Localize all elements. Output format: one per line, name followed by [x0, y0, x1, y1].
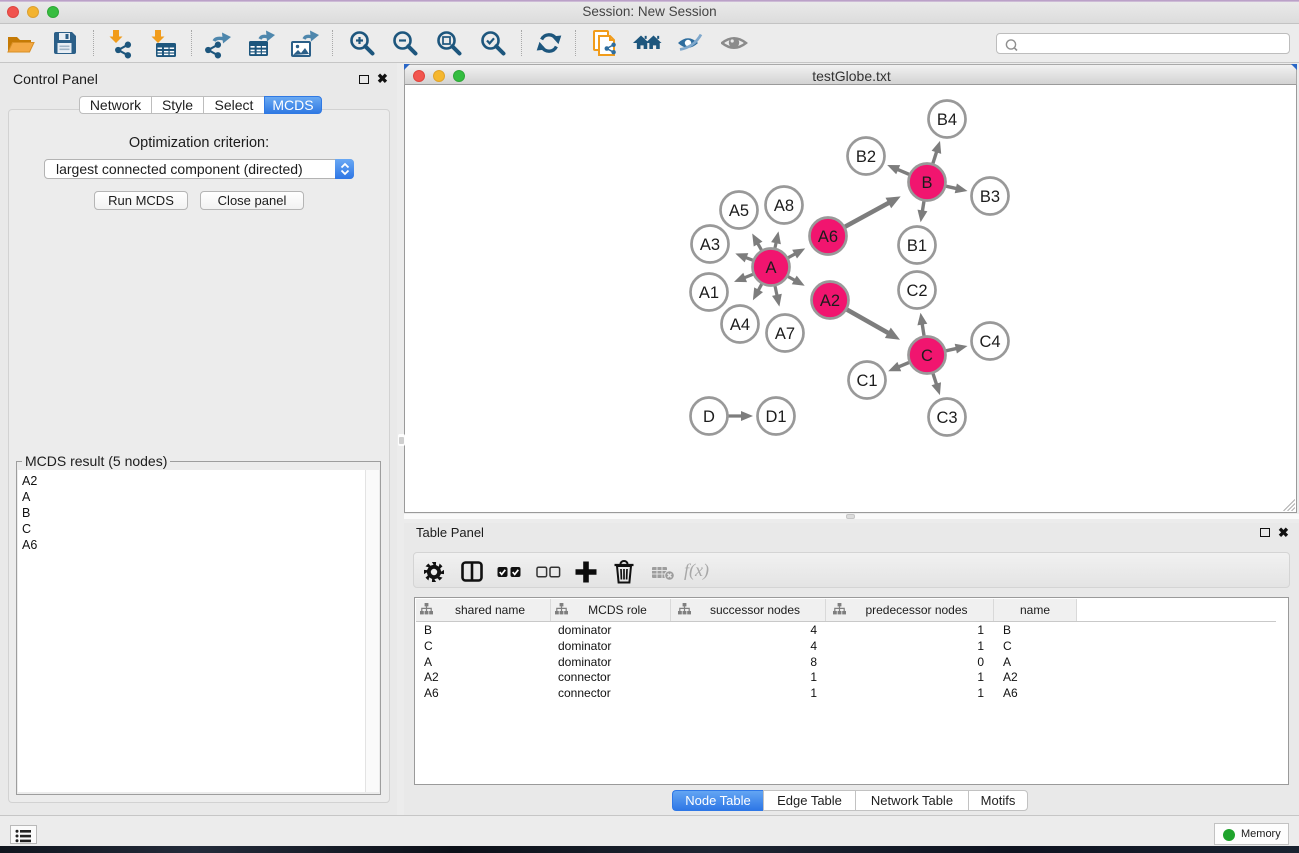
svg-text:A2: A2: [820, 292, 840, 310]
svg-text:A5: A5: [729, 202, 749, 220]
svg-text:B1: B1: [907, 237, 927, 255]
svg-text:A6: A6: [818, 228, 838, 246]
svg-text:A3: A3: [700, 236, 720, 254]
svg-text:A1: A1: [699, 284, 719, 302]
svg-text:C1: C1: [856, 372, 877, 390]
svg-text:D1: D1: [765, 408, 786, 426]
svg-text:B4: B4: [937, 111, 957, 129]
svg-text:A7: A7: [775, 325, 795, 343]
svg-text:C2: C2: [906, 282, 927, 300]
svg-text:C: C: [921, 347, 933, 365]
svg-text:B: B: [921, 174, 932, 192]
svg-text:B2: B2: [856, 148, 876, 166]
svg-text:A: A: [765, 259, 776, 277]
svg-text:A4: A4: [730, 316, 750, 334]
svg-text:B3: B3: [980, 188, 1000, 206]
svg-text:A8: A8: [774, 197, 794, 215]
svg-text:C4: C4: [979, 333, 1000, 351]
svg-text:D: D: [703, 408, 715, 426]
svg-text:C3: C3: [936, 409, 957, 427]
